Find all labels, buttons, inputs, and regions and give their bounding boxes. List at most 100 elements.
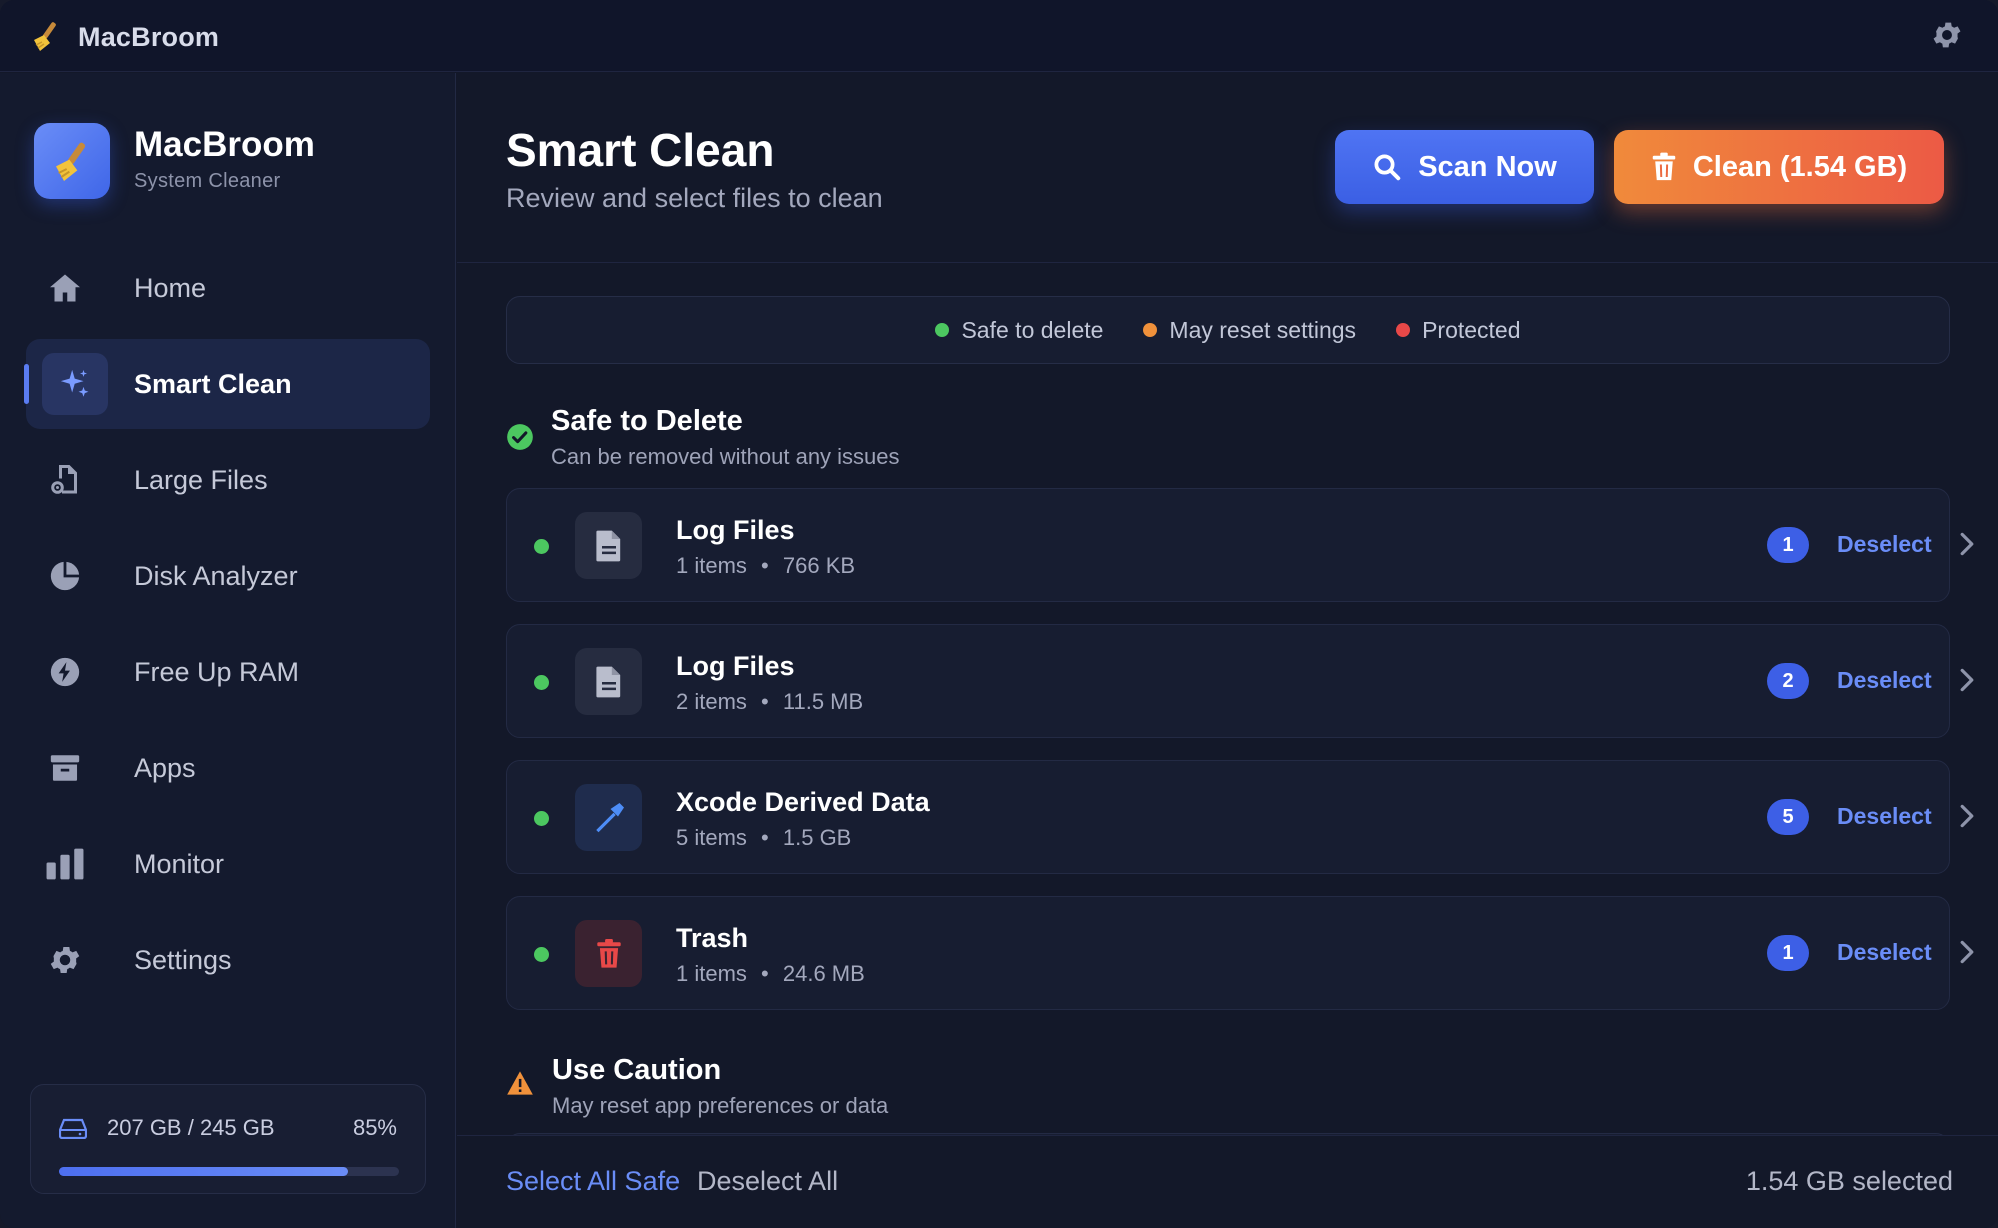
section-subtitle-safe: Can be removed without any issues [551, 444, 900, 469]
page-title: Smart Clean [506, 124, 775, 176]
brand-logo [34, 123, 110, 199]
bolt-icon [50, 657, 80, 687]
page-subtitle: Review and select files to clean [506, 183, 883, 213]
broom-icon [34, 22, 56, 51]
hard-drive-icon [59, 1118, 87, 1139]
row-title: Xcode Derived Data [676, 787, 930, 817]
sidebar-item-label: Monitor [134, 849, 225, 879]
file-icon-box [575, 920, 642, 987]
select-all-safe-button[interactable]: Select All Safe [506, 1166, 680, 1197]
row-meta-separator: • [761, 961, 769, 986]
sidebar-item-apps[interactable]: Apps [26, 723, 430, 813]
deselect-button[interactable]: Deselect [1837, 939, 1932, 966]
deselect-button[interactable]: Deselect [1837, 803, 1932, 830]
brand-subtitle: System Cleaner [134, 170, 281, 192]
legend-safe-label: Safe to delete [961, 316, 1104, 343]
legend-safe: Safe to delete [935, 317, 1103, 344]
row-item-count: 1 items [676, 961, 747, 986]
row-size: 1.5 GB [782, 825, 852, 850]
clean-button[interactable]: Clean (1.54 GB) [1614, 130, 1944, 204]
sidebar-item-large-files[interactable]: Large Files [26, 435, 430, 525]
count-badge: 2 [1767, 663, 1809, 699]
brand-title: MacBroom [134, 125, 315, 164]
chevron-right-icon[interactable] [1959, 667, 1975, 693]
main-content: Smart Clean Review and select files to c… [457, 73, 1998, 1228]
legend-reset: May reset settings [1143, 317, 1356, 344]
list-item[interactable]: Log Files 1 items • 766 KB 1 Deselect [506, 488, 1974, 602]
search-icon [1374, 154, 1401, 181]
gear-icon [50, 946, 80, 974]
green-dot-icon [935, 323, 950, 337]
safe-status-dot [534, 675, 549, 690]
scan-now-button[interactable]: Scan Now [1335, 130, 1594, 204]
sidebar-item-home[interactable]: Home [26, 243, 430, 333]
sidebar-item-label: Disk Analyzer [134, 561, 298, 591]
row-title: Trash [676, 923, 749, 953]
sidebar-item-settings[interactable]: Settings [26, 915, 430, 1005]
count-badge: 1 [1767, 935, 1809, 971]
row-meta: 5 items • 1.5 GB [676, 825, 851, 851]
section-subtitle-caution: May reset app preferences or data [552, 1093, 889, 1118]
sidebar-item-label: Apps [134, 753, 196, 783]
title-bar: MacBroom [0, 0, 1998, 72]
sidebar: MacBroom System Cleaner Home Smart Clean… [0, 73, 456, 1228]
row-meta: 1 items • 24.6 MB [676, 961, 865, 987]
legend-protected-label: Protected [1422, 316, 1521, 343]
deselect-button[interactable]: Deselect [1837, 531, 1932, 558]
safe-status-dot [534, 539, 549, 554]
red-dot-icon [1396, 323, 1411, 337]
legend-protected: Protected [1396, 316, 1521, 344]
row-size: 24.6 MB [782, 961, 865, 986]
house-icon [50, 274, 80, 302]
list-item[interactable]: Trash 1 items • 24.6 MB 1 Deselect [506, 896, 1974, 1010]
section-title-safe: Safe to Delete [551, 405, 743, 437]
titlebar-app-name: MacBroom [78, 22, 220, 52]
deselect-all-button[interactable]: Deselect All [697, 1166, 838, 1197]
file-icon-box [575, 512, 642, 579]
hammer-icon [595, 802, 624, 832]
row-meta: 2 items • 11.5 MB [676, 689, 863, 715]
storage-usage-text: 207 GB / 245 GB [107, 1115, 275, 1140]
broom-icon [56, 142, 86, 181]
file-icon-box [575, 648, 642, 715]
sidebar-item-label: Free Up RAM [134, 657, 300, 687]
count-badge: 1 [1767, 527, 1809, 563]
document-icon [595, 530, 620, 561]
file-icon-box [575, 784, 642, 851]
sidebar-item-disk-analyzer[interactable]: Disk Analyzer [26, 531, 430, 621]
section-title-caution: Use Caution [552, 1054, 722, 1086]
sidebar-item-label: Large Files [134, 465, 268, 495]
chevron-right-icon[interactable] [1959, 939, 1975, 965]
storage-card: 207 GB / 245 GB 85% [30, 1084, 426, 1194]
deselect-button[interactable]: Deselect [1837, 667, 1932, 694]
row-size: 766 KB [782, 553, 856, 578]
clean-label: Clean (1.54 GB) [1692, 150, 1908, 183]
count-badge: 5 [1767, 799, 1809, 835]
sidebar-item-free-up-ram[interactable]: Free Up RAM [26, 627, 430, 717]
legend-bar: Safe to delete May reset settings Protec… [506, 296, 1950, 364]
row-title: Log Files [676, 651, 795, 681]
row-title: Log Files [676, 515, 795, 545]
pie-chart-icon [50, 561, 80, 591]
scan-now-label: Scan Now [1418, 150, 1557, 183]
page-header: Smart Clean Review and select files to c… [457, 73, 1998, 263]
row-meta: 1 items • 766 KB [676, 553, 855, 579]
bar-chart-icon [46, 848, 84, 880]
storage-progress-fill [59, 1167, 348, 1176]
orange-dot-icon [1143, 323, 1158, 337]
row-item-count: 2 items [676, 689, 747, 714]
list-item[interactable]: Log Files 2 items • 11.5 MB 2 Deselect [506, 624, 1974, 738]
storage-percent: 85% [352, 1115, 397, 1140]
active-indicator [24, 364, 29, 404]
list-item[interactable]: Xcode Derived Data 5 items • 1.5 GB 5 De… [506, 760, 1974, 874]
warning-icon [507, 1071, 533, 1095]
row-item-count: 1 items [676, 553, 747, 578]
chevron-right-icon[interactable] [1959, 803, 1975, 829]
check-circle-icon [507, 424, 533, 450]
sidebar-item-smart-clean[interactable]: Smart Clean [24, 339, 430, 429]
chevron-right-icon[interactable] [1959, 531, 1975, 557]
legend-reset-label: May reset settings [1169, 316, 1357, 343]
sidebar-item-monitor[interactable]: Monitor [26, 819, 430, 909]
document-icon [595, 666, 620, 697]
settings-gear-icon[interactable] [1930, 18, 1964, 52]
